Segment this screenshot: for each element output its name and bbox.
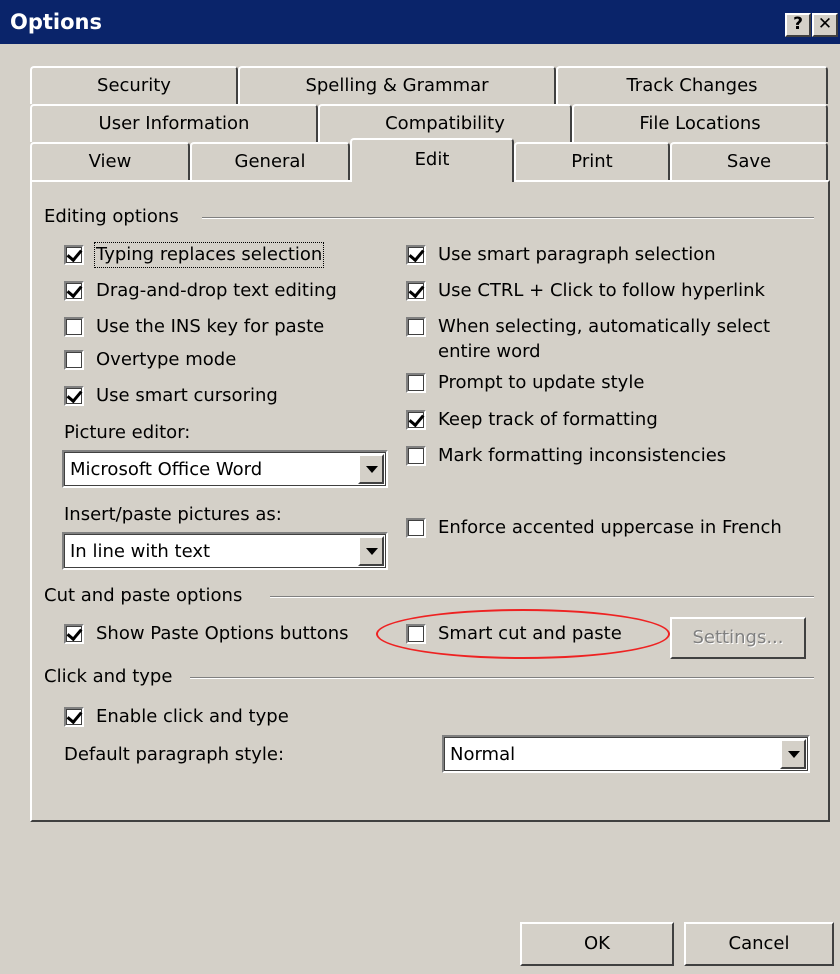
tab-view[interactable]: View — [30, 142, 190, 180]
tab-file-locations[interactable]: File Locations — [572, 104, 828, 142]
ok-button[interactable]: OK — [520, 922, 674, 966]
tab-save[interactable]: Save — [670, 142, 828, 180]
help-button[interactable]: ? — [785, 13, 811, 37]
title-bar: Options ? ✕ — [0, 0, 840, 46]
tab-track-changes[interactable]: Track Changes — [556, 66, 828, 104]
edit-panel — [30, 180, 830, 822]
tab-spelling-grammar[interactable]: Spelling & Grammar — [238, 66, 556, 104]
tab-security[interactable]: Security — [30, 66, 238, 104]
close-button[interactable]: ✕ — [812, 13, 838, 37]
window-title: Options — [10, 10, 102, 34]
tab-general[interactable]: General — [190, 142, 350, 180]
tab-compatibility[interactable]: Compatibility — [318, 104, 572, 142]
tab-edit[interactable]: Edit — [350, 138, 514, 182]
tab-user-information[interactable]: User Information — [30, 104, 318, 142]
cancel-button[interactable]: Cancel — [684, 922, 834, 966]
tab-print[interactable]: Print — [514, 142, 670, 180]
